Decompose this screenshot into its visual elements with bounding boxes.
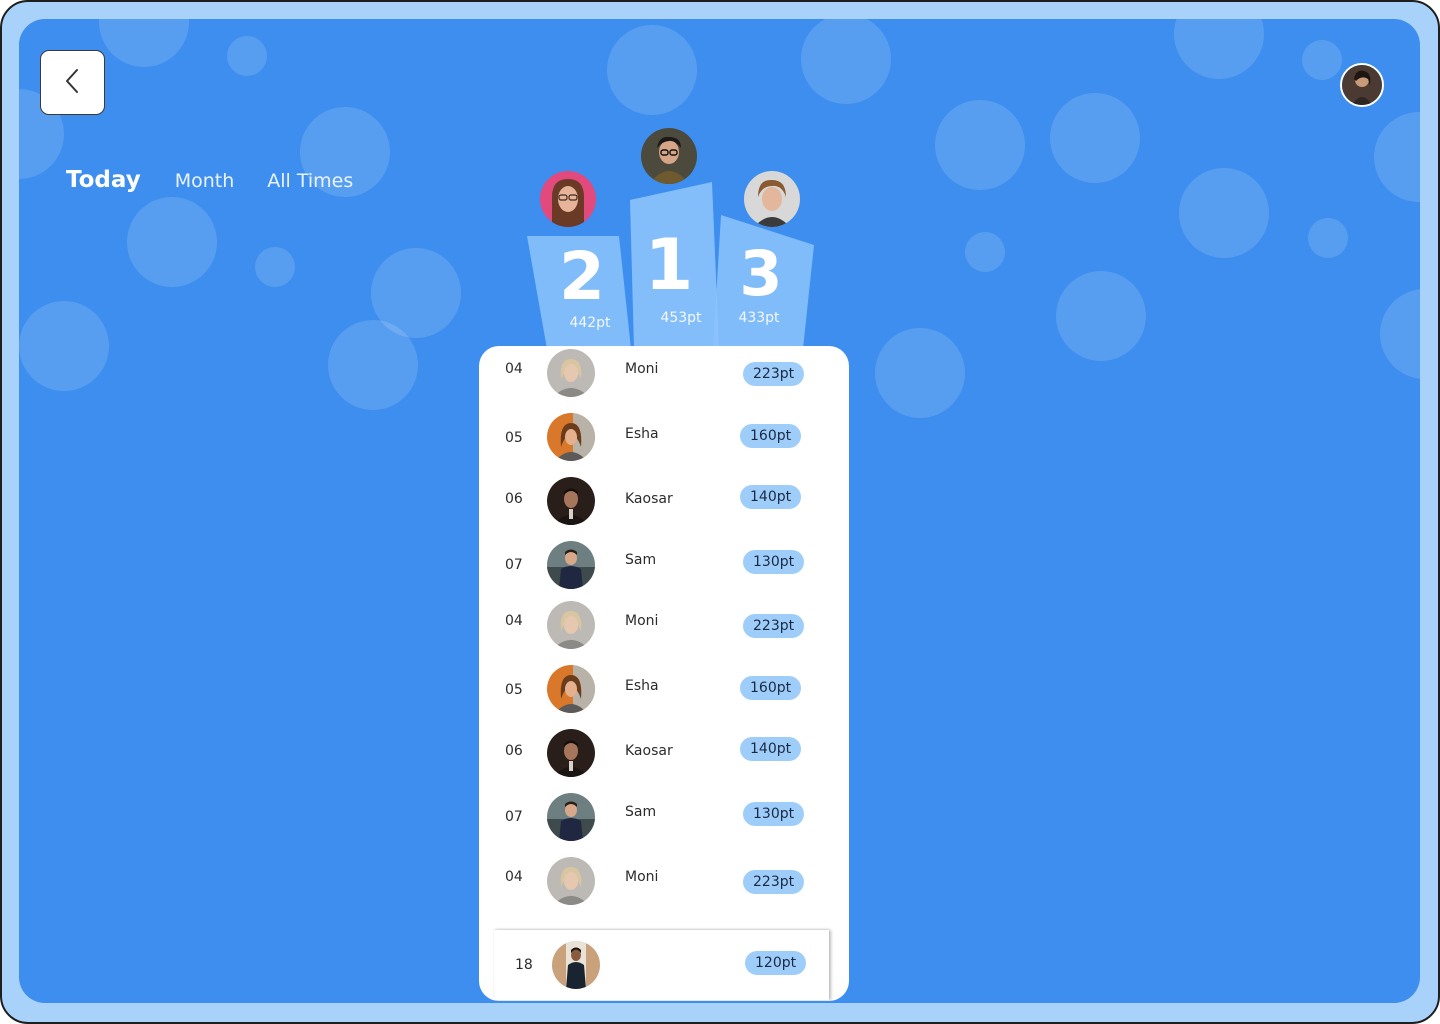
list-item[interactable]: 05 Esha 160pt: [479, 662, 849, 722]
podium-rank-1: 1: [644, 224, 694, 306]
avatar: [547, 413, 595, 461]
list-item[interactable]: 04 Moni 223pt: [479, 346, 849, 406]
list-item-rank: 07: [505, 557, 523, 573]
list-item-name: Sam: [625, 804, 657, 820]
list-item-rank: 05: [505, 682, 523, 698]
podium-rank-3: 3: [739, 237, 783, 310]
points-badge: 223pt: [743, 870, 805, 894]
points-badge: 120pt: [745, 951, 807, 975]
points-badge: 130pt: [743, 550, 805, 574]
podium-points-2: 442pt: [569, 315, 611, 331]
list-item-rank: 05: [505, 430, 523, 446]
list-item-rank: 06: [505, 743, 523, 759]
avatar: [547, 601, 595, 649]
list-item[interactable]: 06 Kaosar 140pt: [479, 726, 849, 786]
avatar: [547, 857, 595, 905]
list-item-rank: 07: [505, 809, 523, 825]
list-item-rank: 04: [505, 361, 523, 377]
points-badge: 223pt: [743, 362, 805, 386]
current-user-rank: 18: [515, 957, 533, 973]
points-badge: 160pt: [740, 676, 802, 700]
avatar: [547, 665, 595, 713]
podium-points-1: 453pt: [660, 310, 702, 326]
podium-points-3: 433pt: [738, 310, 780, 326]
list-item[interactable]: 04 Moni 223pt: [479, 854, 849, 914]
list-item-rank: 06: [505, 491, 523, 507]
avatar: [552, 941, 600, 989]
points-badge: 223pt: [743, 614, 805, 638]
list-item[interactable]: 07 Sam 130pt: [479, 538, 849, 598]
points-badge: 160pt: [740, 424, 802, 448]
list-item[interactable]: 04 Moni 223pt: [479, 598, 849, 658]
points-badge: 130pt: [743, 802, 805, 826]
list-item[interactable]: 05 Esha 160pt: [479, 410, 849, 470]
list-item-name: Sam: [625, 552, 657, 568]
leaderboard-screen: Today Month All Times 2 442pt 1 453pt 3 …: [19, 19, 1420, 1003]
avatar: [547, 793, 595, 841]
list-item-name: Moni: [625, 613, 659, 629]
list-item-name: Esha: [625, 678, 659, 694]
podium-avatar-2[interactable]: [540, 171, 596, 227]
podium-avatar-3[interactable]: [744, 171, 800, 227]
avatar: [547, 349, 595, 397]
list-item-name: Esha: [625, 426, 659, 442]
avatar: [547, 541, 595, 589]
list-item[interactable]: 07 Sam 130pt: [479, 790, 849, 850]
podium-avatar-1[interactable]: [641, 128, 697, 184]
device-frame: Today Month All Times 2 442pt 1 453pt 3 …: [0, 0, 1440, 1024]
avatar: [547, 477, 595, 525]
points-badge: 140pt: [740, 737, 802, 761]
list-item-name: Moni: [625, 869, 659, 885]
points-badge: 140pt: [740, 485, 802, 509]
list-item-rank: 04: [505, 869, 523, 885]
current-user-row[interactable]: 18 120pt: [494, 930, 829, 1000]
podium-rank-2: 2: [559, 238, 605, 315]
list-item-rank: 04: [505, 613, 523, 629]
list-item-name: Kaosar: [625, 743, 673, 759]
leaderboard-list: 04 Moni 223pt 05 Esha 160pt 06 Kaosar 14…: [479, 346, 849, 1001]
list-item-name: Kaosar: [625, 491, 673, 507]
list-item-name: Moni: [625, 361, 659, 377]
avatar: [547, 729, 595, 777]
list-item[interactable]: 06 Kaosar 140pt: [479, 474, 849, 534]
